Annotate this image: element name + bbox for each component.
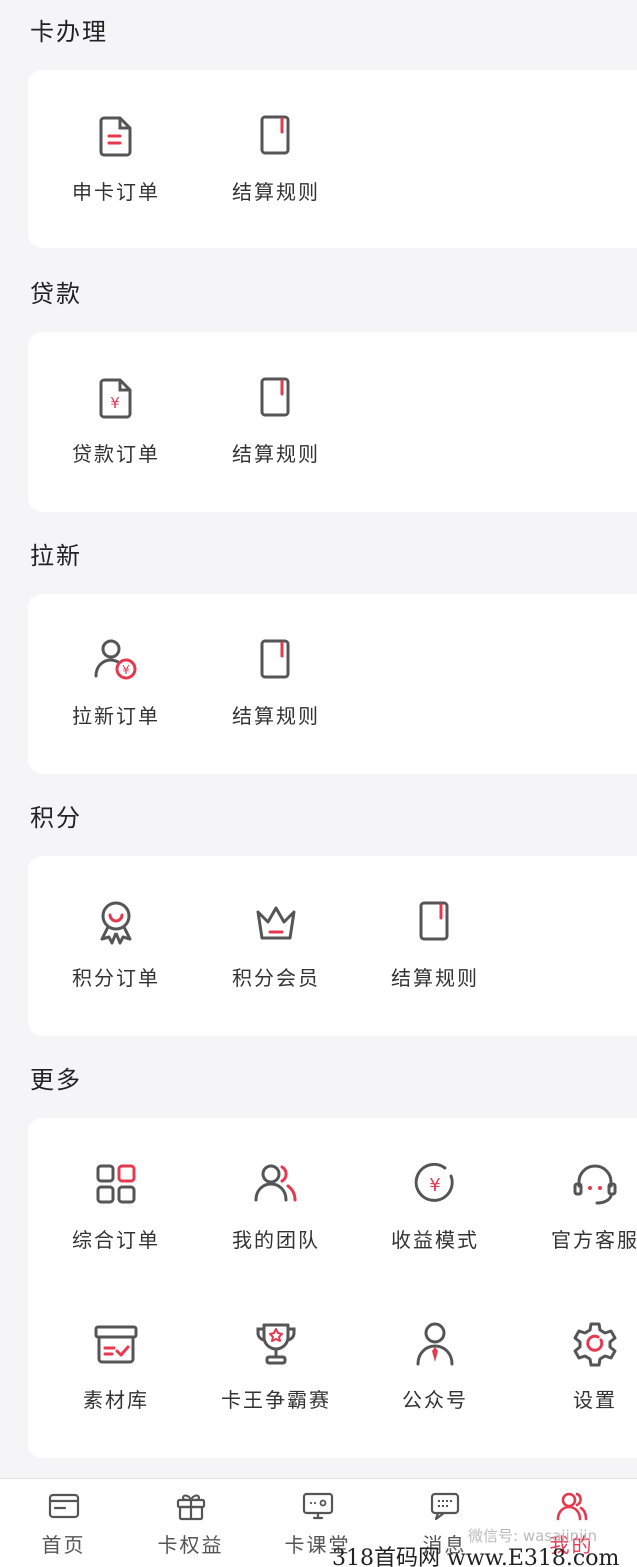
yuan-document-icon: ¥ [99,378,132,419]
settings-button[interactable]: 设置 [515,1318,637,1413]
user-yuan-icon: ¥ [94,639,137,680]
item-label: 素材库 [83,1388,149,1412]
referral-order-button[interactable]: ¥ 拉新订单 [36,634,196,729]
customer-service-button[interactable]: 官方客服 [515,1158,637,1253]
gear-icon [573,1322,617,1367]
item-label: 结算规则 [232,180,320,204]
loan-order-button[interactable]: ¥ 贷款订单 [36,372,196,467]
item-label: 卡王争霸赛 [221,1388,331,1412]
section-title-points: 积分 [30,804,82,832]
section-title-card: 卡办理 [30,18,108,46]
trophy-icon [256,1323,296,1365]
tab-label: 首页 [41,1533,86,1557]
team-icon [254,1164,297,1202]
item-label: 拉新订单 [72,704,160,728]
card-section-loan: ¥ 贷款订单 结算规则 [28,332,637,512]
card-king-contest-button[interactable]: 卡王争霸赛 [196,1318,356,1413]
item-label: 综合订单 [72,1228,160,1252]
document-icon [99,116,132,157]
tab-label: 卡权益 [157,1533,224,1557]
official-account-button[interactable]: 公众号 [355,1318,515,1413]
book-icon [260,377,290,417]
item-label: 申卡订单 [72,180,160,204]
settlement-rules-button[interactable]: 结算规则 [355,896,515,991]
message-icon [430,1492,459,1521]
headset-icon [573,1164,617,1205]
points-member-button[interactable]: 积分会员 [196,896,356,991]
book-icon [260,115,290,155]
card-section-points: 积分订单 积分会员 结算规则 [28,856,637,1036]
item-label: 结算规则 [232,704,320,728]
monitor-icon [302,1492,333,1520]
section-title-more: 更多 [30,1066,82,1094]
earnings-model-button[interactable]: ¥ 收益模式 [355,1158,515,1253]
book-icon [419,901,449,941]
materials-library-button[interactable]: 素材库 [36,1318,196,1413]
settlement-rules-button[interactable]: 结算规则 [196,110,356,205]
box-icon [94,1325,138,1364]
svg-text:¥: ¥ [429,1175,440,1196]
item-label: 结算规则 [391,966,479,990]
item-label: 设置 [573,1388,617,1412]
gift-icon [176,1494,205,1521]
item-label: 我的团队 [232,1228,320,1252]
item-label: 积分订单 [72,966,160,990]
book-icon [260,639,290,679]
item-label: 官方客服 [551,1228,637,1252]
medal-icon [100,901,132,945]
tab-home[interactable]: 首页 [0,1489,127,1558]
item-label: 结算规则 [232,442,320,466]
section-title-referral: 拉新 [30,542,82,570]
card-section-referral: ¥ 拉新订单 结算规则 [28,594,637,774]
item-label: 公众号 [402,1388,468,1412]
crown-icon [256,906,296,940]
tab-card-benefits[interactable]: 卡权益 [127,1489,254,1558]
svg-text:¥: ¥ [122,663,130,677]
person-tie-icon [416,1322,454,1366]
grid-icon [96,1164,136,1204]
settlement-rules-button[interactable]: 结算规则 [196,634,356,729]
item-label: 收益模式 [391,1228,479,1252]
card-section-card: 申卡订单 结算规则 [28,70,637,248]
my-team-button[interactable]: 我的团队 [196,1158,356,1253]
home-card-icon [48,1493,79,1519]
settlement-rules-button[interactable]: 结算规则 [196,372,356,467]
svg-text:¥: ¥ [110,394,120,412]
site-watermark: 318首码网 www.E318.com [332,1546,620,1567]
points-order-button[interactable]: 积分订单 [36,896,196,991]
card-order-button[interactable]: 申卡订单 [36,110,196,205]
card-section-more: 综合订单 我的团队 ¥ 收益模式 官方客服 素材库 卡王争霸赛 公众号 设置 [28,1118,637,1458]
item-label: 贷款订单 [72,442,160,466]
item-label: 积分会员 [232,966,320,990]
all-orders-button[interactable]: 综合订单 [36,1158,196,1253]
yuan-circle-icon: ¥ [414,1162,454,1202]
profile-icon [556,1492,587,1521]
section-title-loan: 贷款 [30,280,82,308]
